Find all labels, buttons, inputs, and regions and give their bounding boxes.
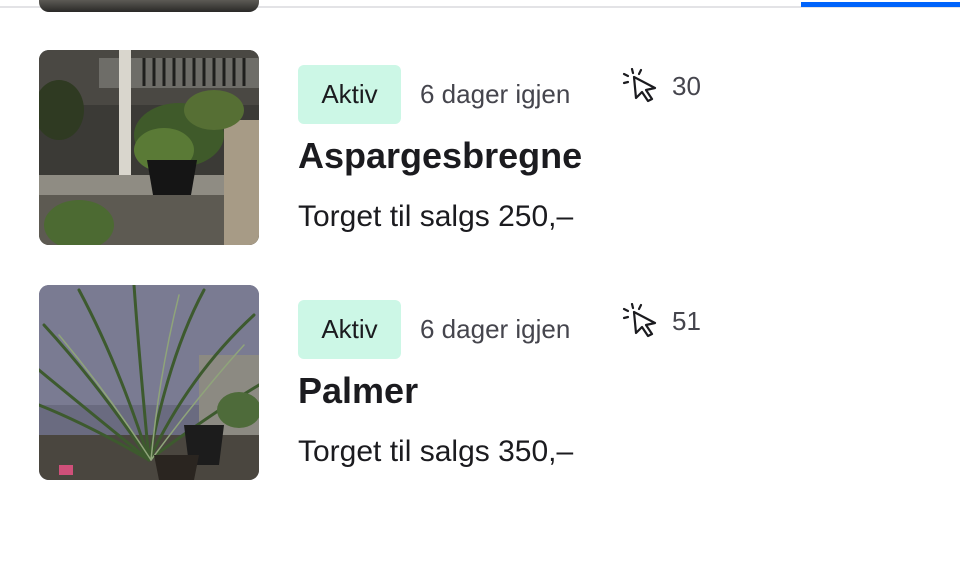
status-badge: Aktiv [298, 300, 401, 359]
listing-price-line: Torget til salgs 350,– [298, 432, 573, 472]
listing-image[interactable] [39, 50, 259, 245]
click-stats: 51 [622, 303, 701, 339]
listing-category: Torget til salgs [298, 435, 490, 468]
listing-card[interactable]: Aktiv 6 dager igjen 51 Palmer Torget til… [0, 285, 960, 485]
click-count: 30 [672, 70, 701, 101]
time-remaining: 6 dager igjen [420, 314, 571, 344]
cursor-click-icon [622, 303, 657, 338]
listing-image[interactable] [39, 285, 259, 480]
status-badge: Aktiv [298, 65, 401, 124]
listing-price: 350,– [498, 435, 574, 468]
my-ads-page: Aktiv 6 dager igjen 30 Aspargesbregne To… [0, 0, 960, 579]
previous-listing-image[interactable] [39, 0, 259, 12]
active-tab-indicator [801, 2, 960, 7]
listing-price: 250,– [498, 200, 574, 233]
listing-price-line: Torget til salgs 250,– [298, 197, 573, 237]
listing-title[interactable]: Palmer [298, 368, 418, 414]
listing-title[interactable]: Aspargesbregne [298, 133, 582, 179]
listing-category: Torget til salgs [298, 200, 490, 233]
click-count: 51 [672, 305, 701, 336]
click-stats: 30 [622, 68, 701, 104]
time-remaining: 6 dager igjen [420, 79, 571, 109]
cursor-click-icon [622, 68, 657, 103]
listing-card[interactable]: Aktiv 6 dager igjen 30 Aspargesbregne To… [0, 50, 960, 250]
